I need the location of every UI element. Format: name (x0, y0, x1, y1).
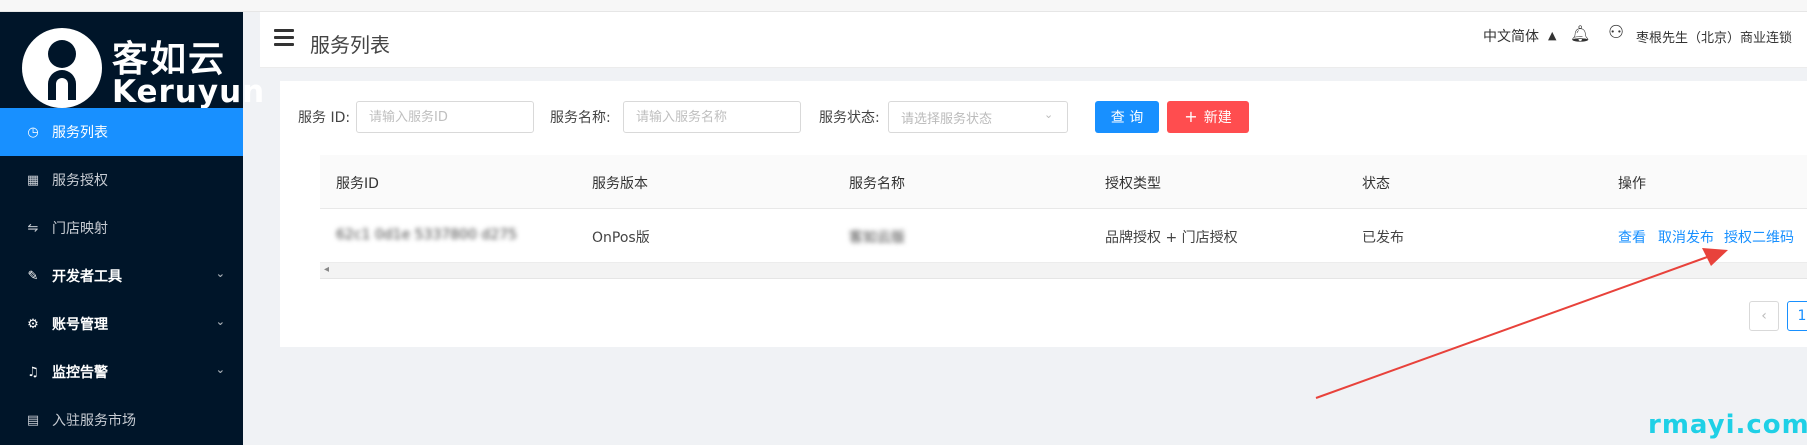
dashboard-icon: ◷ (27, 124, 39, 140)
cell-status: 已发布 (1362, 230, 1404, 246)
tool-icon: ✎ (27, 268, 39, 284)
new-button-label: 新建 (1203, 110, 1232, 126)
scroll-left-icon[interactable]: ◂ (324, 264, 329, 275)
sidebar-item-label: 服务列表 (52, 125, 108, 141)
col-service-name: 服务名称 (849, 176, 905, 192)
col-service-id: 服务ID (336, 176, 379, 192)
service-id-input[interactable] (356, 101, 534, 133)
table-row: 62c1 0d1e 5337800 d275 OnPos版 客如云版 品牌授权 … (320, 209, 1807, 263)
cell-auth-type: 品牌授权 + 门店授权 (1105, 230, 1238, 246)
plus-icon: + (1184, 107, 1198, 126)
chevron-down-icon: ⌄ (215, 267, 225, 280)
sidebar-item-account[interactable]: ⚙ 账号管理 ⌄ (0, 300, 243, 348)
browser-top-strip (0, 0, 1807, 12)
table-header: 服务ID 服务版本 服务名称 授权类型 状态 操作 (320, 155, 1807, 209)
sidebar-item-label: 服务授权 (52, 173, 108, 189)
bell-icon: ♫ (27, 364, 39, 380)
view-link[interactable]: 查看 (1618, 227, 1646, 247)
content-card: 服务 ID: 服务名称: 服务状态: 请选择服务状态 ⌄ 查 询 + 新建 服务I… (280, 81, 1807, 347)
logo-en-text: Keruyun (112, 74, 266, 110)
logo: 客如云 Keruyun (22, 24, 264, 112)
sidebar-item-store-mapping[interactable]: ⇋ 门店映射 (0, 204, 243, 252)
horizontal-scrollbar[interactable]: ◂ (320, 263, 1807, 279)
top-header: 服务列表 中文简体 ▲ 🔔︎ ⚇ 枣根先生（北京）商业连锁 (260, 12, 1807, 68)
caret-up-icon[interactable]: ▲ (1548, 29, 1556, 42)
service-id-label: 服务 ID: (298, 110, 351, 126)
sidebar-item-dev-tools[interactable]: ✎ 开发者工具 ⌄ (0, 252, 243, 300)
notification-bell-icon[interactable]: 🔔︎ (1570, 24, 1590, 43)
sidebar-item-label: 账号管理 (52, 317, 108, 333)
sidebar-item-label: 监控告警 (52, 365, 108, 381)
page-title: 服务列表 (310, 33, 390, 57)
service-status-select[interactable]: 请选择服务状态 (888, 101, 1068, 133)
cell-service-name: 客如云版 (849, 230, 905, 246)
col-service-version: 服务版本 (592, 176, 648, 192)
language-selector[interactable]: 中文简体 (1483, 26, 1539, 46)
sidebar: 客如云 Keruyun ◷ 服务列表 ▦ 服务授权 ⇋ 门店映射 ✎ 开发者工具… (0, 12, 264, 445)
pagination-page-current[interactable]: 1 (1787, 301, 1807, 331)
cell-service-id: 62c1 0d1e 5337800 d275 (336, 227, 518, 243)
logo-mark-icon (22, 28, 102, 108)
sidebar-item-label: 入驻服务市场 (52, 413, 136, 429)
table-icon: ▦ (26, 172, 40, 188)
col-auth-type: 授权类型 (1105, 176, 1161, 192)
sidebar-item-marketplace[interactable]: ▤ 入驻服务市场 (0, 396, 243, 444)
col-actions: 操作 (1618, 176, 1646, 192)
sidebar-item-monitoring[interactable]: ♫ 监控告警 ⌄ (0, 348, 243, 396)
service-name-input[interactable] (623, 101, 801, 133)
menu-toggle-icon[interactable] (274, 29, 294, 47)
chevron-down-icon: ⌄ (215, 315, 225, 328)
unpublish-link[interactable]: 取消发布 (1658, 227, 1714, 247)
service-name-label: 服务名称: (550, 110, 611, 126)
user-name[interactable]: 枣根先生（北京）商业连锁 (1636, 27, 1792, 46)
chevron-down-icon: ⌄ (1044, 108, 1054, 121)
store-icon: ▤ (26, 412, 40, 428)
new-button[interactable]: + 新建 (1167, 101, 1249, 133)
sidebar-menu: ◷ 服务列表 ▦ 服务授权 ⇋ 门店映射 ✎ 开发者工具 ⌄ ⚙ 账号管理 ⌄ … (0, 108, 243, 444)
chevron-down-icon: ⌄ (215, 363, 225, 376)
pagination-prev-button[interactable]: ‹ (1749, 301, 1779, 331)
sidebar-item-service-list[interactable]: ◷ 服务列表 (0, 108, 243, 156)
watermark: rmayi.com (1648, 410, 1807, 440)
user-icon[interactable]: ⚇ (1608, 22, 1624, 43)
swap-icon: ⇋ (27, 220, 39, 236)
cell-service-version: OnPos版 (592, 230, 650, 246)
sidebar-item-label: 门店映射 (52, 221, 108, 237)
sidebar-item-service-auth[interactable]: ▦ 服务授权 (0, 156, 243, 204)
auth-qrcode-link[interactable]: 授权二维码 (1724, 227, 1794, 247)
col-status: 状态 (1362, 176, 1390, 192)
sidebar-item-label: 开发者工具 (52, 269, 122, 285)
gear-icon: ⚙ (27, 316, 39, 332)
query-button[interactable]: 查 询 (1095, 101, 1159, 133)
service-status-label: 服务状态: (819, 110, 880, 126)
